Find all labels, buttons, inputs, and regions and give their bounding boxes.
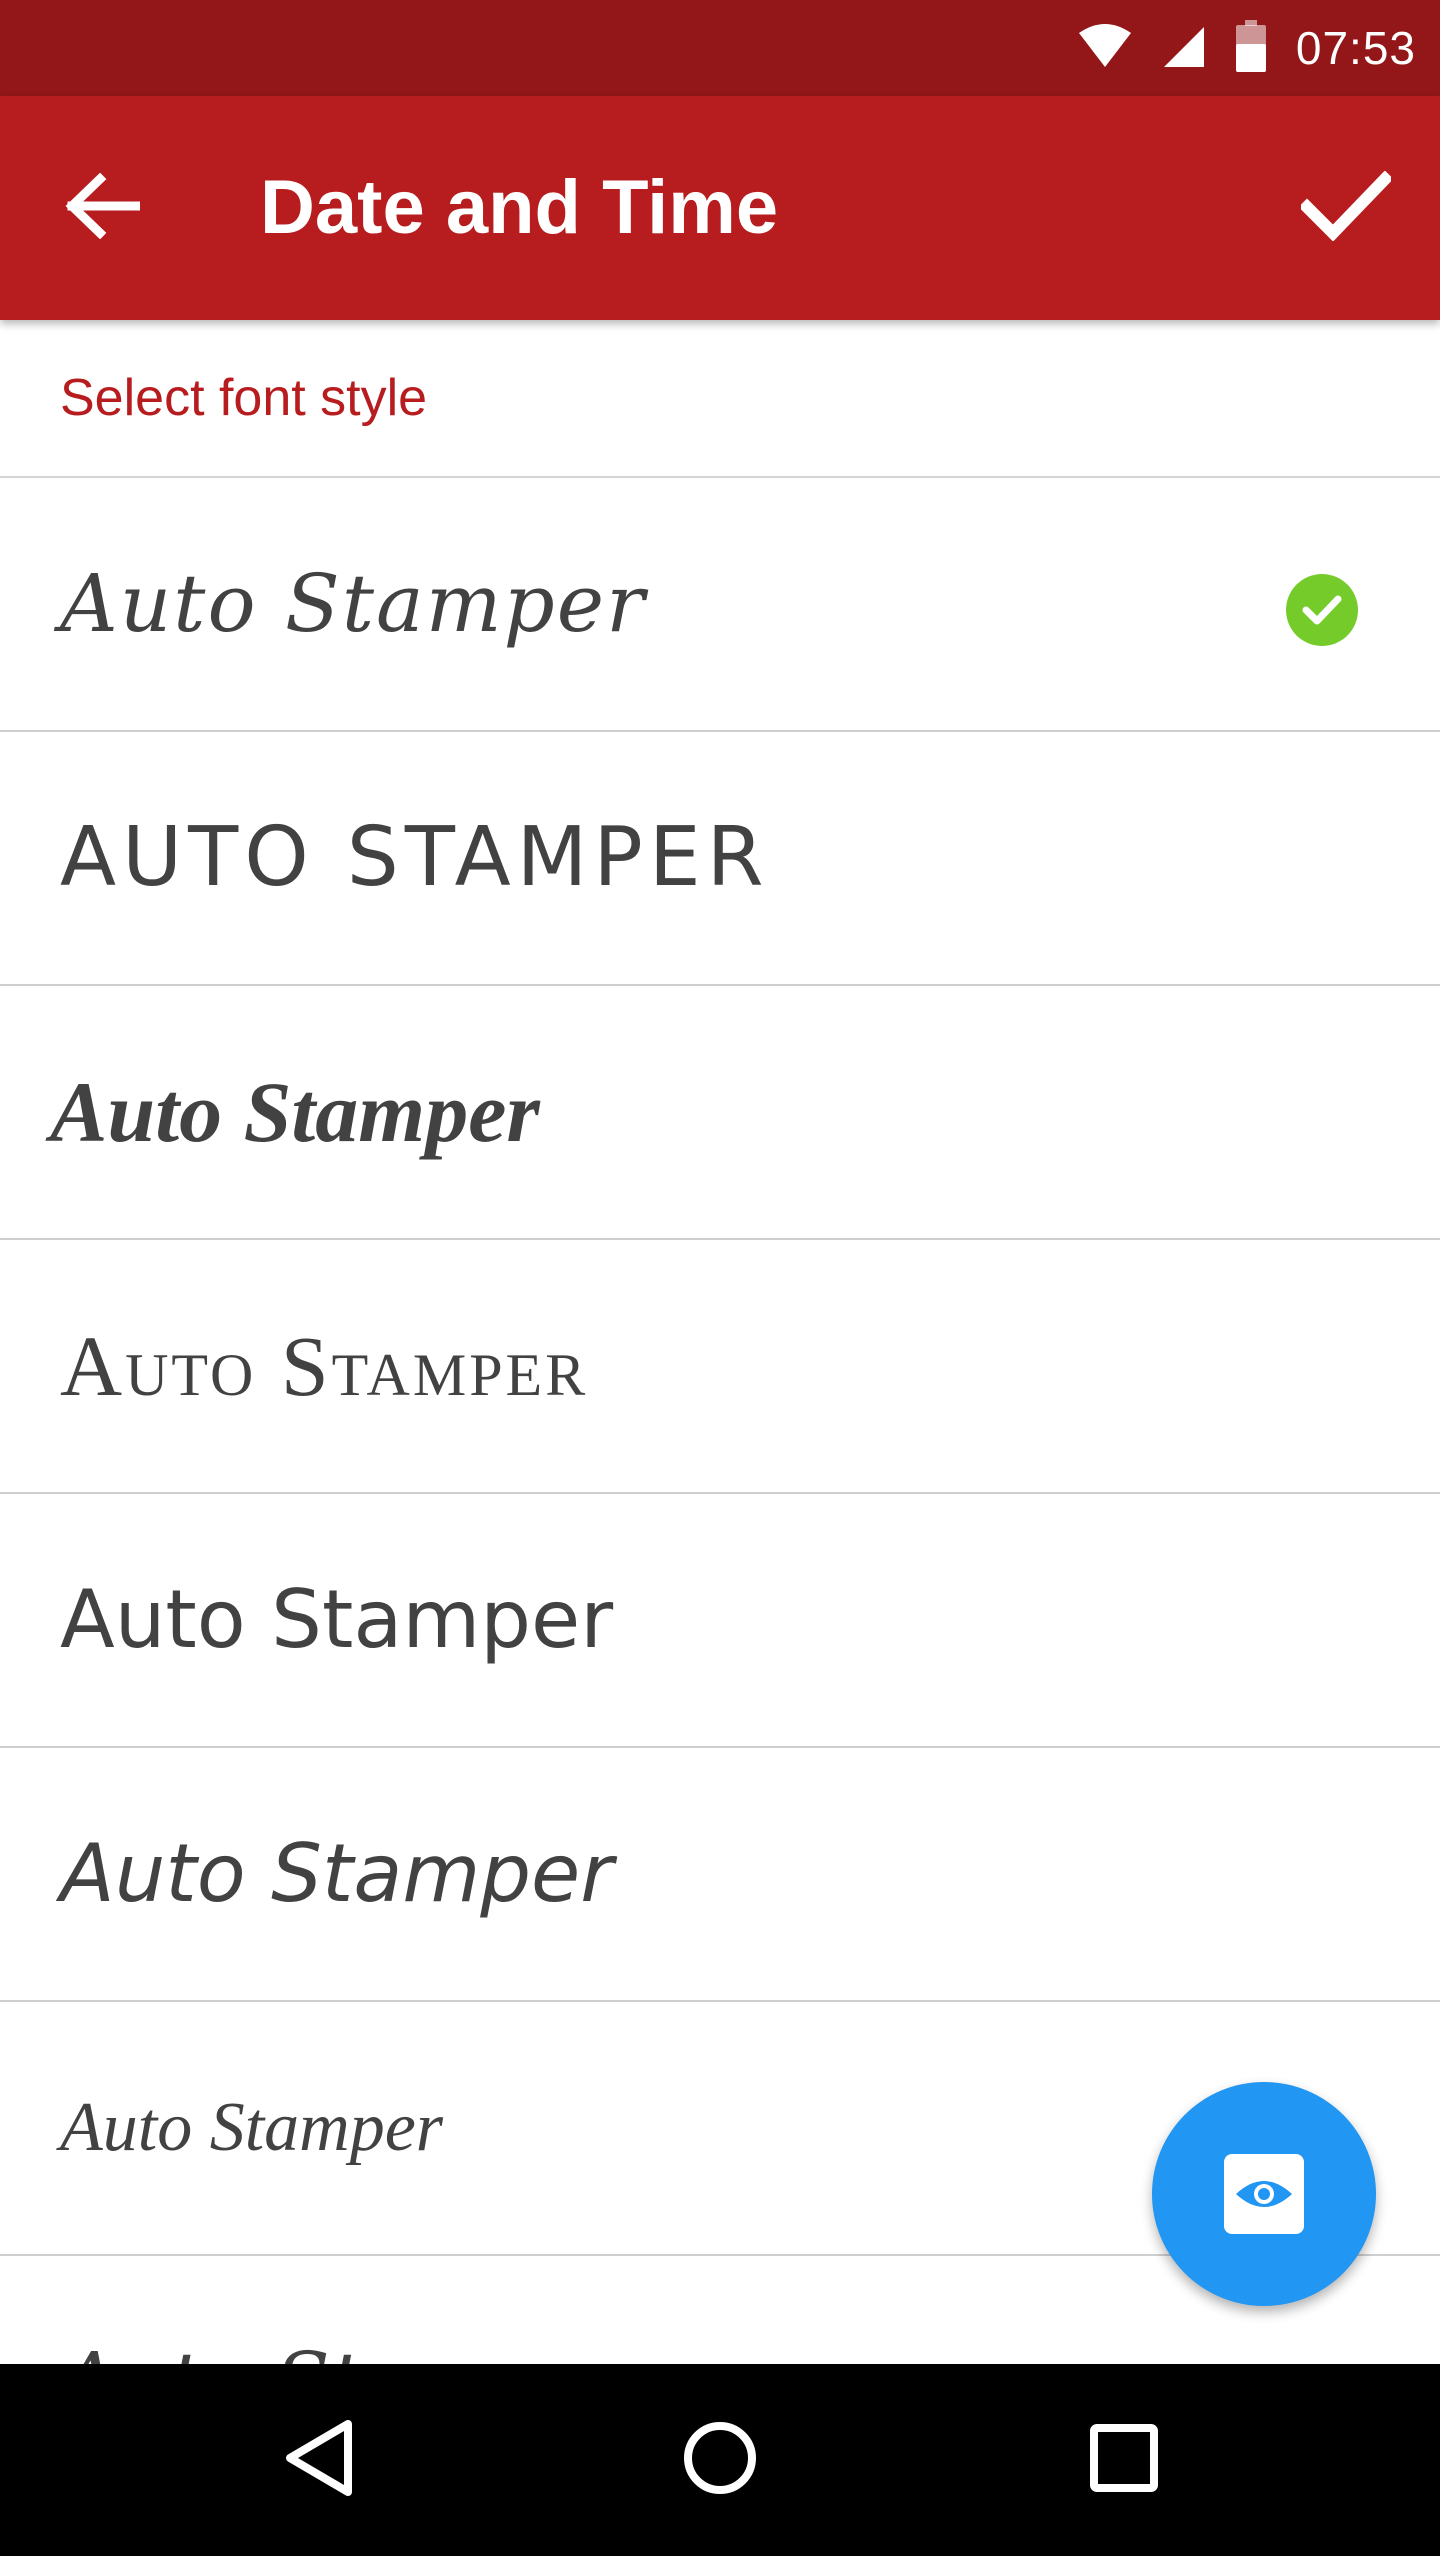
- wifi-icon: [1078, 23, 1132, 74]
- font-option-label: Auto Stamper: [60, 1827, 614, 1920]
- status-time: 07:53: [1295, 22, 1416, 74]
- recents-square-icon: [1090, 2423, 1158, 2497]
- nav-back-button[interactable]: [260, 2400, 380, 2520]
- home-circle-icon: [682, 2420, 758, 2501]
- status-bar: 07:53: [0, 0, 1440, 96]
- back-button[interactable]: [42, 148, 162, 268]
- font-style-list: Auto Stamper AUTO STAMPER Auto Stamper A…: [0, 478, 1440, 2364]
- eye-icon: [1224, 2154, 1304, 2234]
- font-option-1[interactable]: Auto Stamper: [0, 478, 1440, 732]
- section-label: Select font style: [60, 369, 428, 427]
- nav-home-button[interactable]: [660, 2400, 780, 2520]
- font-option-label: Auto Stamper: [60, 1573, 614, 1666]
- section-header: Select font style: [0, 320, 1440, 478]
- font-option-label: Auto Stamper: [60, 557, 647, 650]
- battery-icon: [1235, 19, 1266, 77]
- font-option-3[interactable]: Auto Stamper: [0, 986, 1440, 1240]
- preview-fab-button[interactable]: [1152, 2082, 1376, 2306]
- selected-check-icon: [1286, 574, 1358, 646]
- cell-signal-icon: [1162, 23, 1206, 74]
- font-option-label: Auto Stamper: [60, 2089, 444, 2166]
- status-icons: 07:53: [1078, 0, 1416, 96]
- font-option-label: AUTO STAMPER: [60, 810, 770, 905]
- system-nav-bar: [0, 2364, 1440, 2556]
- app-bar: Date and Time: [0, 96, 1440, 320]
- font-option-label: Auto Stamper: [50, 1064, 540, 1160]
- nav-recents-button[interactable]: [1064, 2400, 1184, 2520]
- font-option-5[interactable]: Auto Stamper: [0, 1494, 1440, 1748]
- back-triangle-icon: [282, 2418, 358, 2503]
- font-option-label: Auto Stamper: [60, 1318, 589, 1414]
- page-title: Date and Time: [260, 165, 779, 250]
- check-icon: [1298, 170, 1394, 246]
- font-option-4[interactable]: Auto Stamper: [0, 1240, 1440, 1494]
- font-option-2[interactable]: AUTO STAMPER: [0, 732, 1440, 986]
- font-option-6[interactable]: Auto Stamper: [0, 1748, 1440, 2002]
- confirm-button[interactable]: [1286, 148, 1406, 268]
- font-option-label: Auto Stamper: [60, 2256, 622, 2364]
- arrow-left-icon: [64, 172, 141, 244]
